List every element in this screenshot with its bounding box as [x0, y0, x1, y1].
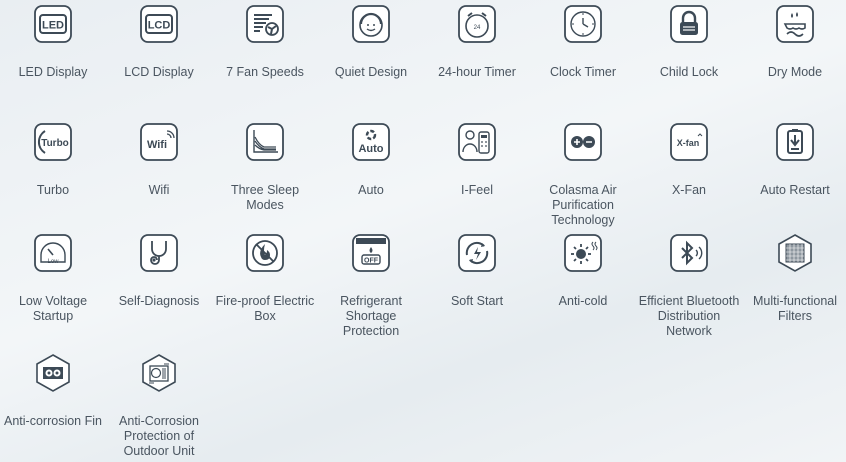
bluetooth-icon [669, 233, 709, 273]
xfan-icon: X-fan [669, 122, 709, 162]
feature-label: LED Display [18, 65, 88, 79]
feature-filters: Multi-functional Filters [742, 233, 846, 324]
feature-label: Anti-cold [558, 294, 608, 308]
feature-24h-timer: 24 24-hour Timer [424, 4, 530, 80]
feature-label: Clock Timer [550, 65, 616, 79]
feature-label: Low Voltage Startup [18, 294, 88, 323]
feature-grid: LED LED Display LCD LCD Display 7 Fan Sp… [0, 0, 846, 462]
feature-label: Three Sleep Modes [230, 183, 300, 212]
timer-24-icon: 24 [457, 4, 497, 44]
low-voltage-icon: Low [33, 233, 73, 273]
feature-label: 24-hour Timer [438, 65, 516, 79]
diagnosis-icon [139, 233, 179, 273]
refrigerant-icon: OFF [351, 233, 391, 273]
feature-label: Multi-functional Filters [752, 294, 838, 323]
feature-label: Dry Mode [767, 65, 823, 79]
svg-text:OFF: OFF [364, 258, 379, 265]
feature-label: X-Fan [671, 183, 707, 197]
feature-label: Efficient Bluetooth Distribution Network [638, 294, 740, 338]
svg-text:Auto: Auto [358, 143, 383, 155]
feature-label: 7 Fan Speeds [226, 65, 304, 79]
feature-dry-mode: Dry Mode [742, 4, 846, 80]
feature-colasma: Colasma Air Purification Technology [530, 122, 636, 228]
fin-icon [33, 353, 73, 393]
feature-refrigerant: OFF Refrigerant Shortage Protection [318, 233, 424, 339]
feature-clock-timer: Clock Timer [530, 4, 636, 80]
feature-label: Wifi [148, 183, 170, 197]
feature-label: Anti-Corrosion Protection of Outdoor Uni… [119, 414, 199, 458]
feature-lcd-display: LCD LCD Display [106, 4, 212, 80]
svg-text:Wifi: Wifi [147, 139, 167, 151]
feature-soft-start: Soft Start [424, 233, 530, 309]
feature-label: Fire-proof Electric Box [215, 294, 315, 323]
svg-text:24: 24 [474, 25, 481, 31]
lcd-icon: LCD [139, 4, 179, 44]
feature-label: Auto [358, 183, 384, 197]
feature-label: Turbo [36, 183, 70, 197]
feature-label: Child Lock [659, 65, 719, 79]
feature-label: Self-Diagnosis [118, 294, 200, 308]
feature-label: I-Feel [461, 183, 493, 197]
feature-auto: Auto Auto [318, 122, 424, 198]
feature-low-voltage: Low Low Voltage Startup [0, 233, 106, 324]
clock-icon [563, 4, 603, 44]
soft-start-icon [457, 233, 497, 273]
lock-icon [669, 4, 709, 44]
feature-label: Soft Start [450, 294, 504, 308]
feature-self-diagnosis: Self-Diagnosis [106, 233, 212, 309]
dry-icon [775, 4, 815, 44]
svg-text:LCD: LCD [148, 20, 171, 32]
colasma-icon [563, 122, 603, 162]
auto-icon: Auto [351, 122, 391, 162]
fireproof-icon [245, 233, 285, 273]
feature-label: Colasma Air Purification Technology [549, 183, 617, 227]
svg-text:LED: LED [42, 20, 64, 32]
led-icon: LED [33, 4, 73, 44]
feature-anticorrosion-fin: Anti-corrosion Fin [0, 353, 106, 429]
feature-auto-restart: Auto Restart [742, 122, 846, 198]
feature-i-feel: I-Feel [424, 122, 530, 198]
feature-label: Anti-corrosion Fin [4, 414, 102, 428]
feature-turbo: Turbo Turbo [0, 122, 106, 198]
feature-wifi: Wifi Wifi [106, 122, 212, 198]
feature-outdoor-protection: Anti-Corrosion Protection of Outdoor Uni… [106, 353, 212, 459]
feature-label: LCD Display [124, 65, 194, 79]
wifi-icon: Wifi [139, 122, 179, 162]
anticold-icon [563, 233, 603, 273]
feature-quiet-design: Quiet Design [318, 4, 424, 80]
feature-sleep-modes: Three Sleep Modes [212, 122, 318, 213]
fan-speeds-icon [245, 4, 285, 44]
svg-text:X-fan: X-fan [677, 138, 700, 148]
sleep-icon [245, 122, 285, 162]
feature-fire-proof: Fire-proof Electric Box [212, 233, 318, 324]
svg-text:Low: Low [47, 259, 59, 265]
feature-led-display: LED LED Display [0, 4, 106, 80]
feature-label: Refrigerant Shortage Protection [340, 294, 402, 338]
feature-label: Quiet Design [334, 65, 408, 79]
feature-child-lock: Child Lock [636, 4, 742, 80]
outdoor-icon [139, 353, 179, 393]
feature-label: Auto Restart [760, 183, 830, 197]
filter-icon [775, 233, 815, 273]
ifeel-icon [457, 122, 497, 162]
turbo-icon: Turbo [33, 122, 73, 162]
feature-x-fan: X-fan X-Fan [636, 122, 742, 198]
feature-anti-cold: Anti-cold [530, 233, 636, 309]
restart-icon [775, 122, 815, 162]
feature-bluetooth: Efficient Bluetooth Distribution Network [636, 233, 742, 339]
quiet-icon [351, 4, 391, 44]
svg-text:Turbo: Turbo [41, 138, 69, 149]
feature-fan-speeds: 7 Fan Speeds [212, 4, 318, 80]
